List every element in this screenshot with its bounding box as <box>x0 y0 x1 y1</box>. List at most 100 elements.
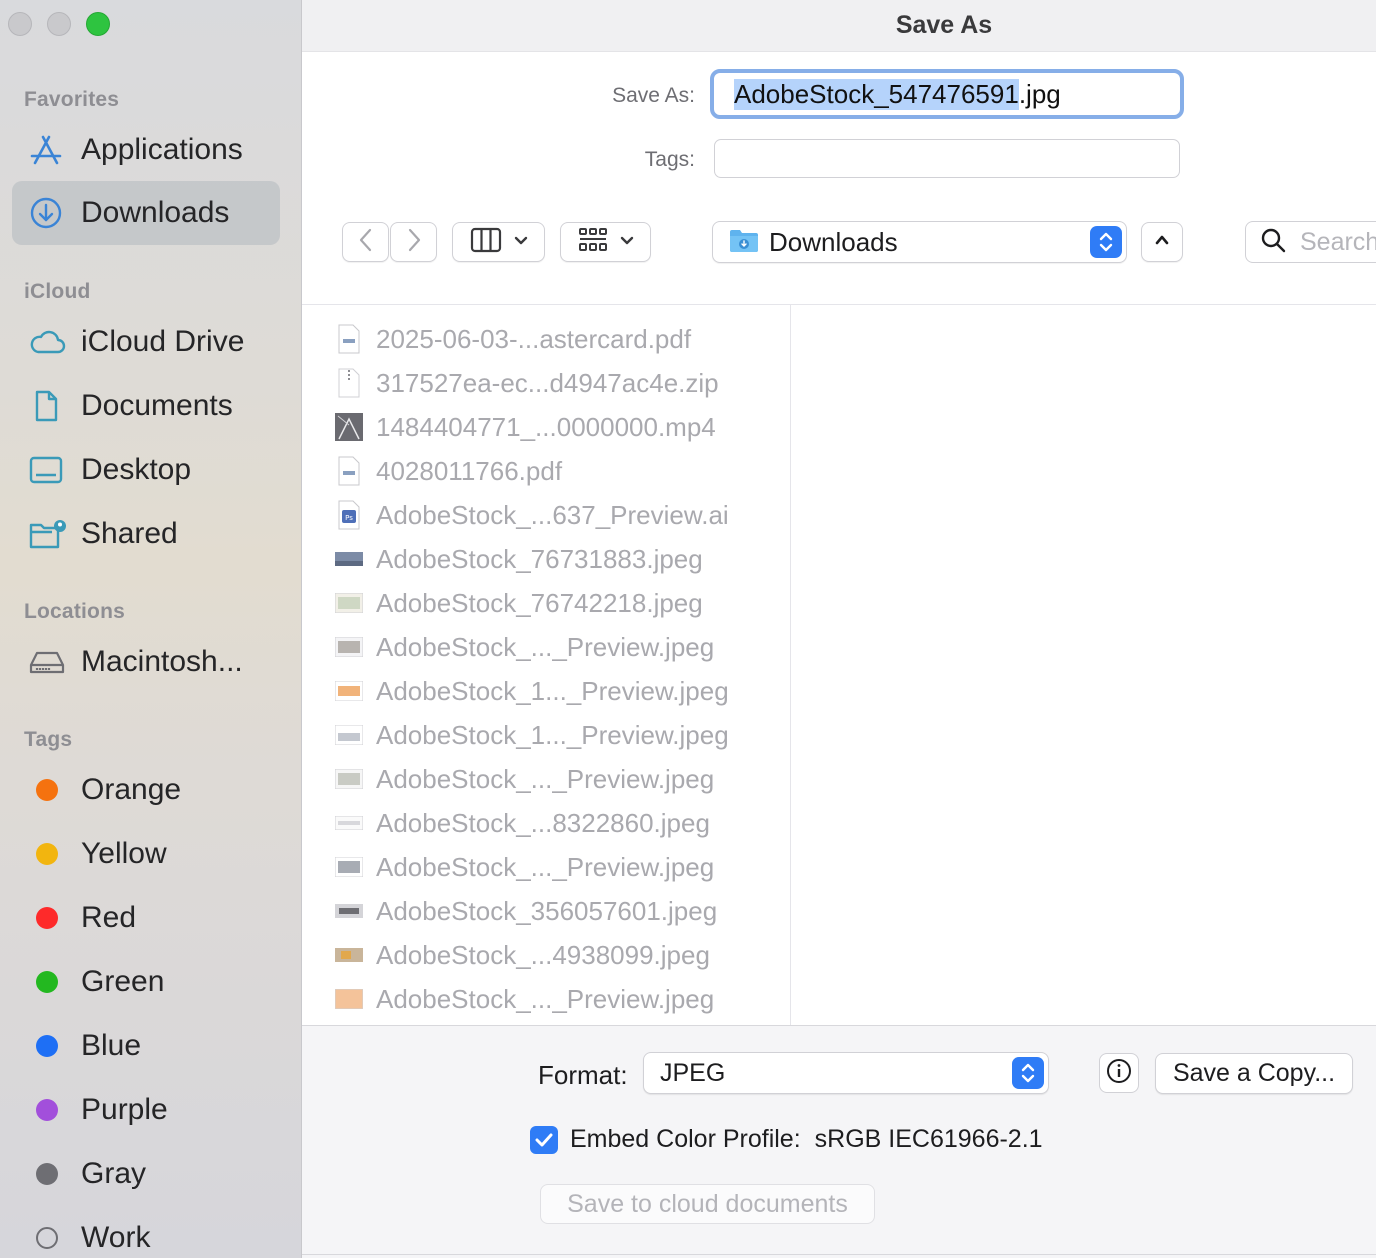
sidebar-item-documents[interactable]: Documents <box>12 374 280 438</box>
list-item[interactable]: AdobeStock_..._Preview.jpeg <box>334 757 774 801</box>
close-window-button[interactable] <box>8 12 32 36</box>
save-to-cloud-button[interactable]: Save to cloud documents <box>540 1184 875 1224</box>
sidebar-item-label: Blue <box>81 1029 142 1062</box>
chevron-down-icon <box>514 233 528 251</box>
filename-extension: .jpg <box>1018 78 1061 109</box>
file-name: AdobeStock_76731883.jpeg <box>376 543 703 574</box>
file-name: AdobeStock_..._Preview.jpeg <box>376 983 715 1014</box>
file-name: 2025-06-03-...astercard.pdf <box>376 323 692 354</box>
list-item[interactable]: AdobeStock_..._Preview.jpeg <box>334 845 774 889</box>
file-name: AdobeStock_1..._Preview.jpeg <box>376 719 729 750</box>
sidebar-tag-work[interactable]: Work <box>12 1206 280 1258</box>
sidebar-item-desktop[interactable]: Desktop <box>12 438 280 502</box>
list-item[interactable]: AdobeStock_76742218.jpeg <box>334 581 774 625</box>
list-item[interactable]: AdobeStock_356057601.jpeg <box>334 889 774 933</box>
list-item[interactable]: AdobeStock_...4938099.jpeg <box>334 933 774 977</box>
shared-folder-icon <box>28 514 68 554</box>
group-by-button[interactable] <box>560 222 651 262</box>
sidebar-item-shared[interactable]: Shared <box>12 502 280 566</box>
sidebar-tag-blue[interactable]: Blue <box>12 1014 280 1078</box>
sidebar-item-downloads[interactable]: Downloads <box>12 181 280 245</box>
sidebar-item-label: Applications <box>81 133 243 166</box>
desktop-icon <box>28 450 68 490</box>
sidebar-item-label: Purple <box>81 1093 168 1126</box>
title-bar: Save As <box>302 0 1376 52</box>
window-controls <box>8 12 110 36</box>
format-popup[interactable]: JPEG <box>643 1052 1049 1094</box>
zip-file-icon <box>334 368 364 398</box>
downloads-folder-icon <box>729 227 759 258</box>
sidebar-item-macintosh-hd[interactable]: Macintosh... <box>12 630 280 694</box>
save-a-copy-button[interactable]: Save a Copy... <box>1155 1053 1353 1094</box>
sidebar-item-label: Red <box>81 901 137 934</box>
back-button[interactable] <box>342 222 389 262</box>
zoom-window-button[interactable] <box>86 12 110 36</box>
chevron-right-icon <box>406 227 422 258</box>
pdf-file-icon <box>334 456 364 486</box>
sidebar-tag-yellow[interactable]: Yellow <box>12 822 280 886</box>
filename-field[interactable]: AdobeStock_547476591 .jpg <box>710 69 1184 119</box>
sidebar-item-label: Desktop <box>81 453 192 486</box>
sidebar-item-label: Orange <box>81 773 182 806</box>
list-item[interactable]: Ps AdobeStock_...637_Preview.ai <box>334 493 774 537</box>
chevron-up-icon <box>1154 233 1170 251</box>
list-item[interactable]: AdobeStock_1..._Preview.jpeg <box>334 713 774 757</box>
downloads-icon <box>28 193 68 233</box>
image-file-icon <box>334 940 364 970</box>
sidebar-tag-orange[interactable]: Orange <box>12 758 280 822</box>
save-as-label: Save As: <box>612 84 695 107</box>
list-item[interactable]: 1484404771_...0000000.mp4 <box>334 405 774 449</box>
list-item[interactable]: AdobeStock_..._Preview.jpeg <box>334 625 774 669</box>
green-tag-dot-icon <box>36 971 58 993</box>
ai-file-icon: Ps <box>334 500 364 530</box>
icloud-icon <box>28 322 68 362</box>
up-down-stepper-icon <box>1012 1057 1044 1089</box>
file-name: AdobeStock_..._Preview.jpeg <box>376 631 715 662</box>
sidebar-tag-green[interactable]: Green <box>12 950 280 1014</box>
file-name: AdobeStock_1..._Preview.jpeg <box>376 675 729 706</box>
embed-color-profile-checkbox[interactable] <box>530 1125 558 1154</box>
location-popup[interactable]: Downloads <box>712 221 1127 263</box>
up-down-stepper-icon <box>1090 226 1122 258</box>
image-file-icon <box>334 588 364 618</box>
format-value: JPEG <box>660 1058 726 1087</box>
document-icon <box>28 386 68 426</box>
list-item[interactable]: 4028011766.pdf <box>334 449 774 493</box>
sidebar-item-label: Gray <box>81 1157 147 1190</box>
tags-field[interactable] <box>714 139 1180 178</box>
image-file-icon <box>334 764 364 794</box>
sidebar-tag-red[interactable]: Red <box>12 886 280 950</box>
purple-tag-dot-icon <box>36 1099 58 1121</box>
columns-view-icon <box>470 227 502 258</box>
list-item[interactable]: AdobeStock_1..._Preview.jpeg <box>334 669 774 713</box>
applications-icon <box>28 130 68 170</box>
yellow-tag-dot-icon <box>36 843 58 865</box>
svg-text:Ps: Ps <box>345 514 353 522</box>
image-file-icon <box>334 676 364 706</box>
sidebar-item-icloud-drive[interactable]: iCloud Drive <box>12 310 280 374</box>
sidebar-tag-purple[interactable]: Purple <box>12 1078 280 1142</box>
expand-collapse-button[interactable] <box>1141 222 1183 262</box>
minimize-window-button[interactable] <box>47 12 71 36</box>
embed-color-profile-label: Embed Color Profile: <box>570 1125 801 1153</box>
gray-tag-dot-icon <box>36 1163 58 1185</box>
search-icon <box>1260 227 1286 258</box>
search-field[interactable] <box>1245 221 1376 263</box>
sidebar-tag-gray[interactable]: Gray <box>12 1142 280 1206</box>
view-mode-button[interactable] <box>452 222 545 262</box>
location-popup-label: Downloads <box>769 226 898 257</box>
list-item[interactable]: 2025-06-03-...astercard.pdf <box>334 317 774 361</box>
column-divider <box>790 305 791 1025</box>
red-tag-dot-icon <box>36 907 58 929</box>
list-item[interactable]: 317527ea-ec...d4947ac4e.zip <box>334 361 774 405</box>
file-name: 317527ea-ec...d4947ac4e.zip <box>376 367 719 398</box>
search-input[interactable] <box>1298 226 1376 258</box>
list-item[interactable]: AdobeStock_76731883.jpeg <box>334 537 774 581</box>
image-file-icon <box>334 808 364 838</box>
forward-button[interactable] <box>390 222 437 262</box>
list-item[interactable]: AdobeStock_...8322860.jpeg <box>334 801 774 845</box>
info-button[interactable] <box>1099 1053 1139 1093</box>
list-item[interactable]: AdobeStock_..._Preview.jpeg <box>334 977 774 1021</box>
sidebar-item-label: Macintosh... <box>81 645 243 678</box>
sidebar-item-applications[interactable]: Applications <box>12 118 280 182</box>
